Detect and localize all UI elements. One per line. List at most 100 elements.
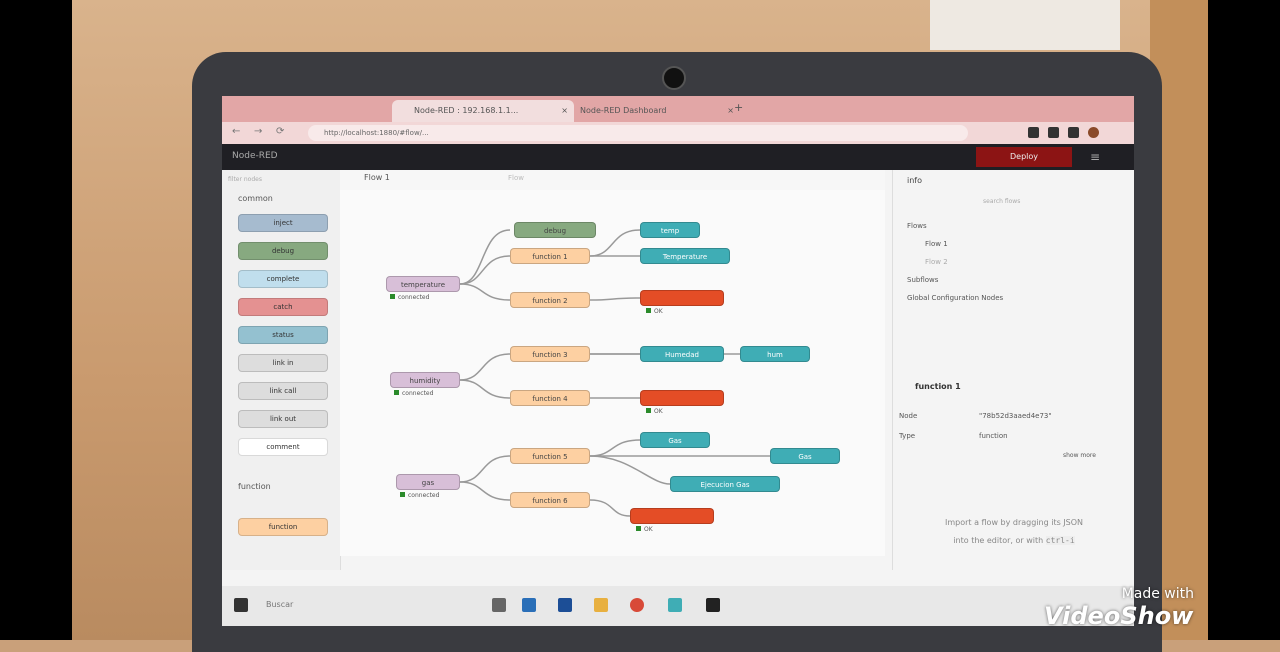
taskbar-app-icon[interactable] [558,598,572,612]
node-palette: filter nodes common inject debug complet… [222,170,341,570]
node-hum[interactable]: hum [740,346,810,362]
palette-node-function[interactable]: function [238,518,328,536]
node-temp[interactable]: temp [640,222,700,238]
tab-label: Node-RED Dashboard [580,106,667,115]
tip-line: Import a flow by dragging its JSON [944,518,1084,527]
laptop: Node-RED : 192.168.1.1... × Node-RED Das… [192,52,1162,652]
node-function-4[interactable]: function 4 [510,390,590,406]
status-connected: connected [400,492,439,499]
palette-node-complete[interactable]: complete [238,270,328,288]
palette-node-inject[interactable]: inject [238,214,328,232]
node-key: Node [899,412,918,420]
selected-node-title: function 1 [915,382,961,391]
tip-line: into the editor, or with [953,536,1044,545]
status-connected: connected [394,390,433,397]
tree-subflows[interactable]: Subflows [907,276,938,284]
windows-start-icon[interactable] [234,598,248,612]
palette-category-common[interactable]: common [238,194,273,203]
node-function-2[interactable]: function 2 [510,292,590,308]
deploy-button[interactable]: Deploy [976,147,1072,167]
node-temperature-gauge[interactable]: Temperature [640,248,730,264]
nodered-logo: Node-RED [232,151,278,161]
menu-icon[interactable]: ≡ [1090,150,1100,164]
taskbar-app-icon[interactable] [522,598,536,612]
palette-node-link-in[interactable]: link in [238,354,328,372]
tip-shortcut: ctrl-i [1045,536,1075,545]
task-view-icon[interactable] [492,598,506,612]
windows-taskbar: Buscar [222,586,1134,626]
node-humedad-gauge[interactable]: Humedad [640,346,724,362]
tab-flow-1[interactable]: Flow 1 [364,173,390,182]
extension-icon[interactable] [1048,127,1059,138]
left-letterbox [0,0,72,640]
palette-filter-input[interactable]: filter nodes [228,176,332,188]
search-flows-input[interactable]: search flows [983,198,1113,210]
palette-node-status[interactable]: status [238,326,328,344]
folder-icon[interactable] [594,598,608,612]
sidebar-tip: Import a flow by dragging its JSON into … [919,514,1109,550]
sidebar-title[interactable]: info [907,176,922,185]
status-ok: OK [646,308,663,315]
flow-info: Flow [508,174,524,182]
node-gas-gauge[interactable]: Gas [640,432,710,448]
new-tab-button[interactable]: + [734,101,743,114]
webcam [662,66,686,90]
browser-tabbar: Node-RED : 192.168.1.1... × Node-RED Das… [222,96,1134,122]
palette-node-comment[interactable]: comment [238,438,328,456]
node-output-1[interactable] [640,290,724,306]
status-ok: OK [646,408,663,415]
tree-flows[interactable]: Flows [907,222,927,230]
palette-node-catch[interactable]: catch [238,298,328,316]
watermark-line1: Made with [1121,586,1194,602]
type-key: Type [899,432,916,440]
palette-node-link-call[interactable]: link call [238,382,328,400]
terminal-icon[interactable] [706,598,720,612]
node-function-3[interactable]: function 3 [510,346,590,362]
status-connected: connected [390,294,429,301]
node-function-1[interactable]: function 1 [510,248,590,264]
right-letterbox [1208,0,1280,640]
flow-workspace[interactable]: debug temperature connected function 1 f… [340,190,885,556]
show-more-link[interactable]: show more [1063,452,1096,459]
laptop-screen: Node-RED : 192.168.1.1... × Node-RED Das… [222,96,1134,626]
chrome-icon[interactable] [630,598,644,612]
extension-icon[interactable] [1068,127,1079,138]
palette-node-link-out[interactable]: link out [238,410,328,428]
back-icon[interactable]: ← [232,126,240,137]
status-ok: OK [636,526,653,533]
close-icon[interactable]: × [727,100,734,122]
browser-tab-dashboard[interactable]: Node-RED Dashboard × [558,100,740,122]
videoshow-watermark: Made with VideoShow [1044,586,1194,630]
nodered-header: Node-RED Deploy ≡ [222,144,1134,170]
node-debug[interactable]: debug [514,222,596,238]
palette-category-function[interactable]: function [238,482,271,491]
node-mqtt-gas[interactable]: gas [396,474,460,490]
browser-tab-nodered[interactable]: Node-RED : 192.168.1.1... × [392,100,574,122]
node-output-3[interactable] [630,508,714,524]
background-paper [930,0,1120,50]
node-function-5[interactable]: function 5 [510,448,590,464]
workspace-tabs: Flow 1 Flow [340,170,885,191]
reload-icon[interactable]: ⟳ [276,126,284,137]
node-function-6[interactable]: function 6 [510,492,590,508]
node-id: "78b52d3aaed4e73" [979,412,1052,420]
palette-node-debug[interactable]: debug [238,242,328,260]
node-mqtt-temperature[interactable]: temperature [386,276,460,292]
avatar[interactable] [1088,127,1099,138]
node-mqtt-humidity[interactable]: humidity [390,372,460,388]
browser-toolbar: ← → ⟳ http://localhost:1880/#flow/... [222,122,1134,144]
watermark-logo: VideoShow [1044,602,1194,630]
tree-flow-2[interactable]: Flow 2 [925,258,948,266]
node-ejecucion-gas[interactable]: Ejecucion Gas [670,476,780,492]
node-output-2[interactable] [640,390,724,406]
address-bar[interactable]: http://localhost:1880/#flow/... [308,125,968,141]
extension-icon[interactable] [1028,127,1039,138]
node-gas-chart[interactable]: Gas [770,448,840,464]
forward-icon[interactable]: → [254,126,262,137]
taskbar-app-icon[interactable] [668,598,682,612]
info-sidebar: info search flows Flows Flow 1 Flow 2 Su… [892,170,1134,570]
tree-global-config[interactable]: Global Configuration Nodes [907,294,1003,302]
taskbar-search[interactable]: Buscar [266,600,293,609]
tree-flow-1[interactable]: Flow 1 [925,240,948,248]
type-value: function [979,432,1008,440]
